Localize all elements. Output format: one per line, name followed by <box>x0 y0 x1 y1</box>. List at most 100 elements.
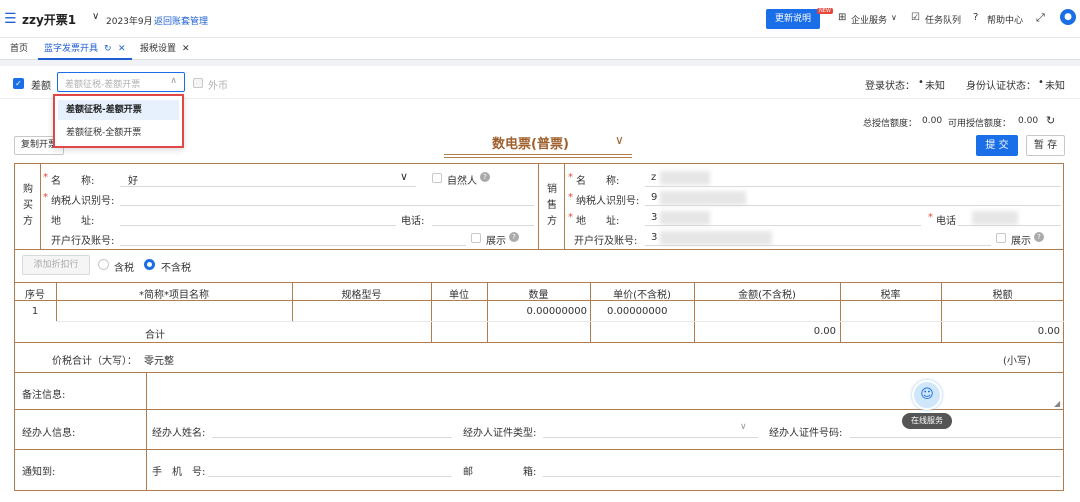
update-notes-button[interactable]: 更新说明 <box>766 9 820 29</box>
sum-bottom <box>14 372 1064 373</box>
remark-bottom <box>14 409 1064 410</box>
remark-col-divider <box>146 372 147 490</box>
seller-side-divider <box>564 163 565 249</box>
seller-show-checkbox[interactable] <box>996 233 1006 243</box>
tax-excl-label: 不含税 <box>161 263 191 274</box>
buyer-side-label: 购 买 方 <box>23 182 35 230</box>
redacted-block <box>660 211 710 225</box>
dropdown-option-diff-invoice[interactable]: 差额征税-差额开票 <box>58 100 179 120</box>
tax-incl-radio[interactable] <box>98 259 109 270</box>
notify-email-input[interactable] <box>543 476 1061 477</box>
seller-phone-underline <box>958 225 1061 226</box>
agent-info-label: 经办人信息: <box>22 428 76 439</box>
diff-checkbox[interactable]: ✓ <box>13 78 24 89</box>
tax-excl-radio[interactable] <box>144 259 155 270</box>
title-underline <box>444 154 632 155</box>
enterprise-service-menu[interactable]: 企业服务 <box>851 13 887 26</box>
buyer-taxid-label: 纳税人识别号: <box>51 196 115 207</box>
notify-label: 通知到: <box>22 467 56 478</box>
natural-person-checkbox[interactable] <box>432 173 442 183</box>
foreign-currency-checkbox[interactable] <box>193 78 203 88</box>
menu-icon[interactable]: ☰ <box>4 11 17 27</box>
add-discount-button[interactable]: 添加折扣行 <box>22 255 90 275</box>
buyer-bank-underline[interactable] <box>120 245 466 246</box>
col-header-spec: 规格型号 <box>341 290 382 301</box>
chevron-down-icon[interactable]: ∨ <box>92 11 99 22</box>
total-label: 合计 <box>145 330 165 341</box>
available-credit-label: 可用授信额度： <box>948 119 1012 129</box>
auth-status-label: 身份认证状态： <box>966 81 1036 92</box>
online-service-label[interactable]: 在线服务 <box>902 413 952 429</box>
tab-tax-settings-label: 报税设置 <box>140 44 177 54</box>
agent-name-input[interactable] <box>212 437 452 438</box>
party-divider <box>538 163 539 249</box>
table-top <box>14 282 1064 283</box>
seller-taxid-underline <box>645 205 1061 206</box>
refresh-icon[interactable]: ↻ <box>1046 114 1055 127</box>
required-mark: * <box>568 172 573 183</box>
total-credit-value: 0.00 <box>922 116 943 126</box>
buyer-side-divider <box>40 163 41 249</box>
seller-bank-label: 开户行及账号: <box>574 236 638 247</box>
login-status-dot: • <box>918 77 924 88</box>
resize-handle-icon[interactable]: ◢ <box>1054 399 1060 408</box>
buyer-taxid-underline[interactable] <box>120 205 534 206</box>
agent-id-type-label: 经办人证件类型: <box>463 428 537 439</box>
notify-email-label-a: 邮 <box>463 467 473 478</box>
natural-person-label: 自然人 <box>447 176 477 187</box>
dropdown-option-label: 差额征税-全额开票 <box>66 128 142 138</box>
copy-invoice-label: 复制开票 <box>20 140 57 150</box>
task-queue-link[interactable]: 任务队列 <box>925 13 961 26</box>
diff-mode-select-value: 差额征税-差额开票 <box>65 80 141 90</box>
col-header-rate: 税率 <box>880 290 901 301</box>
tab-tax-settings[interactable]: 报税设置 ✕ <box>134 38 196 60</box>
col-header-qty: 数量 <box>528 290 549 301</box>
row-qty[interactable]: 0.00000000 <box>487 306 587 317</box>
tab-home-label: 首页 <box>10 44 29 54</box>
dropdown-option-full-invoice[interactable]: 差额征税-全额开票 <box>58 123 179 143</box>
app-title[interactable]: zzy开票1 <box>22 11 76 28</box>
dropdown-option-label: 差额征税-差额开票 <box>66 105 142 115</box>
online-service-icon[interactable]: ☺ <box>912 380 942 410</box>
agent-id-no-input[interactable] <box>850 437 1062 438</box>
close-icon[interactable]: ✕ <box>182 38 190 60</box>
seller-address-label: 地 址: <box>576 216 620 227</box>
foreign-currency-label: 外币 <box>208 81 228 92</box>
required-mark: * <box>928 212 933 223</box>
back-to-accounts-link[interactable]: 返回账套管理 <box>154 14 208 27</box>
submit-button[interactable]: 提 交 <box>976 135 1018 156</box>
tab-blue-invoice[interactable]: 蓝字发票开具 ↻ ✕ <box>38 38 132 60</box>
title-underline-2 <box>444 157 632 158</box>
sum-value: 零元整 <box>144 356 174 367</box>
required-mark: * <box>43 192 48 203</box>
refresh-icon[interactable]: ↻ <box>104 38 112 60</box>
period-label: 2023年9月 <box>106 17 153 27</box>
diff-label: 差额 <box>31 81 51 92</box>
buyer-name-value[interactable]: 好 <box>128 172 138 187</box>
invoice-form <box>14 163 1064 491</box>
fullscreen-icon[interactable]: ⤢ <box>1036 11 1045 25</box>
chevron-down-icon[interactable]: ∨ <box>400 170 408 183</box>
chevron-down-icon[interactable]: ∨ <box>615 133 624 147</box>
buyer-show-checkbox[interactable] <box>471 233 481 243</box>
buyer-phone-underline[interactable] <box>432 225 534 226</box>
tab-home[interactable]: 首页 <box>4 38 34 60</box>
row-price[interactable]: 0.00000000 <box>607 306 667 317</box>
chevron-down-icon[interactable]: ∨ <box>891 13 897 22</box>
info-icon: ? <box>509 232 519 242</box>
close-icon[interactable]: ✕ <box>118 38 126 60</box>
col-header-price: 单价(不含税) <box>613 290 671 301</box>
notify-phone-input[interactable] <box>208 476 452 477</box>
buyer-address-underline[interactable] <box>120 225 396 226</box>
remark-label: 备注信息: <box>22 390 66 401</box>
buyer-name-label: 名 称: <box>51 176 95 187</box>
save-draft-button[interactable]: 暂 存 <box>1026 135 1065 156</box>
party-bottom <box>14 249 1064 250</box>
invoice-title[interactable]: 数电票(普票) <box>492 133 569 152</box>
chevron-down-icon[interactable]: ∨ <box>740 422 747 432</box>
agent-id-type-select[interactable] <box>543 437 758 438</box>
help-center-link[interactable]: 帮助中心 <box>987 13 1023 26</box>
user-avatar-icon[interactable]: ● <box>1060 9 1076 25</box>
help-icon: ? <box>973 12 979 23</box>
diff-mode-select[interactable]: 差额征税-差额开票 ∧ <box>57 72 185 92</box>
